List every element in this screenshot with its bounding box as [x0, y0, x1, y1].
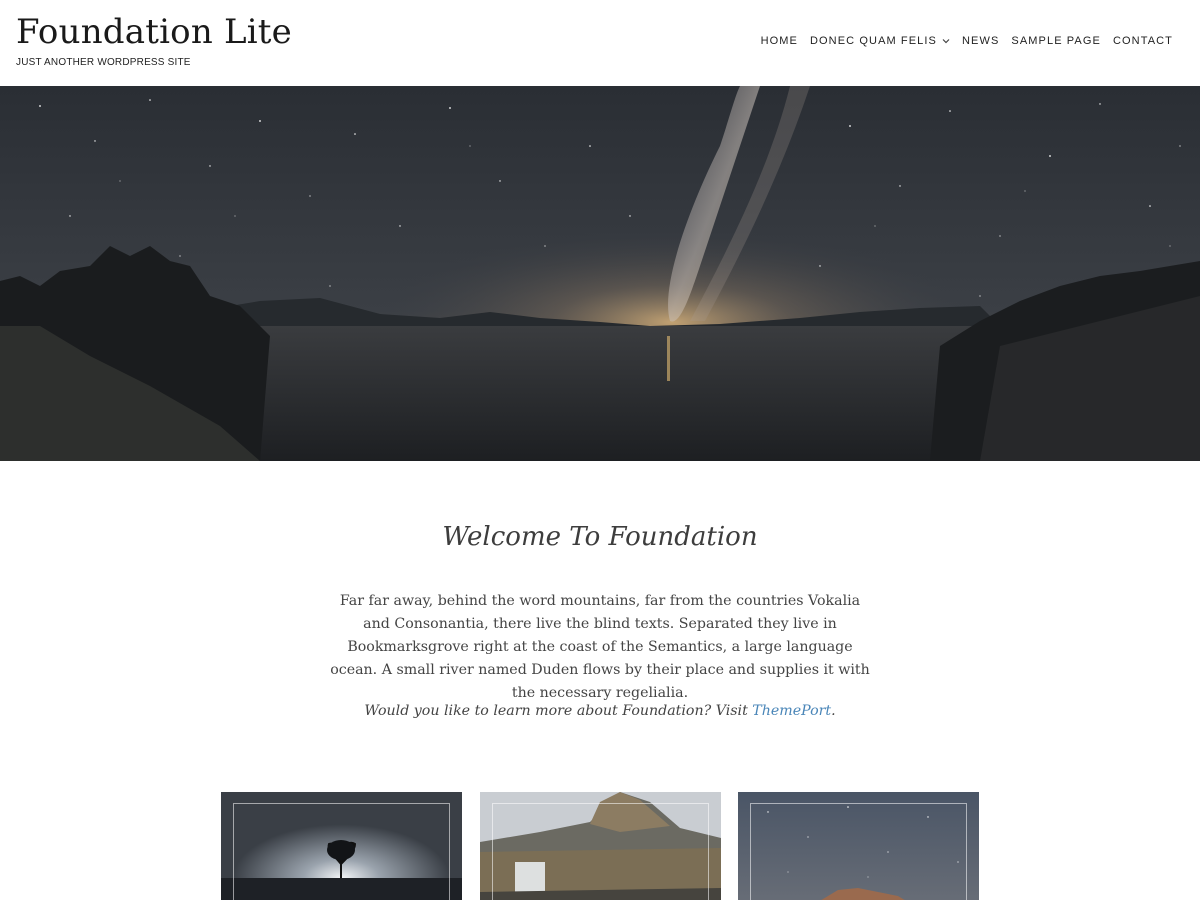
themeport-link[interactable]: ThemePort — [752, 703, 831, 719]
nav-item-news[interactable]: NEWS — [962, 35, 999, 47]
lone-tree-reflection-image — [221, 792, 462, 900]
cta-suffix: . — [831, 703, 836, 719]
welcome-section: Welcome To Foundation Far far away, behi… — [0, 522, 1200, 719]
mountain-waterfall-image — [480, 792, 721, 900]
site-header: Foundation Lite JUST ANOTHER WORDPRESS S… — [0, 0, 1200, 86]
nav-item-donec-quam-felis[interactable]: DONEC QUAM FELIS — [810, 35, 950, 47]
main-navigation: HOME DONEC QUAM FELIS NEWS SAMPLE PAGE C… — [761, 35, 1173, 47]
nav-item-contact[interactable]: CONTACT — [1113, 35, 1173, 47]
welcome-cta: Would you like to learn more about Found… — [0, 703, 1200, 719]
card-mountain-waterfall[interactable] — [480, 792, 721, 900]
card-starry-sky[interactable] — [738, 792, 979, 900]
nav-item-label: SAMPLE PAGE — [1011, 35, 1101, 47]
nav-item-label: DONEC QUAM FELIS — [809, 35, 937, 47]
nav-item-sample-page[interactable]: SAMPLE PAGE — [1011, 35, 1101, 47]
site-description: JUST ANOTHER WORDPRESS SITE — [16, 57, 191, 68]
chevron-down-icon — [942, 36, 950, 46]
nav-item-home[interactable]: HOME — [761, 35, 798, 47]
feature-cards — [221, 792, 979, 900]
welcome-title: Welcome To Foundation — [442, 522, 758, 552]
site-title[interactable]: Foundation Lite — [16, 12, 292, 52]
starry-sky-rocks-image — [738, 792, 979, 900]
nav-item-label: CONTACT — [1112, 35, 1173, 47]
hero-image — [0, 86, 1200, 461]
nav-item-label: HOME — [760, 35, 798, 47]
card-lone-tree[interactable] — [221, 792, 462, 900]
cta-prefix: Would you like to learn more about Found… — [364, 703, 753, 719]
nav-item-label: NEWS — [962, 35, 1000, 47]
welcome-body: Far far away, behind the word mountains,… — [330, 593, 870, 701]
